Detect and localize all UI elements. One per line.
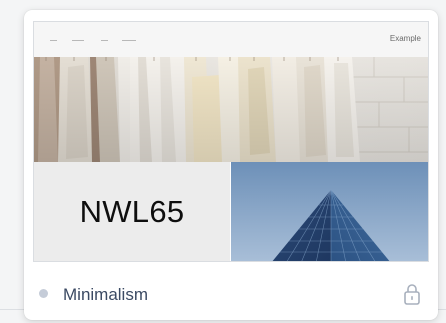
- preview-nav-bar: Example: [34, 22, 428, 57]
- card-footer: Minimalism: [24, 268, 438, 320]
- building-image: [231, 162, 428, 261]
- theme-card[interactable]: Example NWL65 Minimalism: [24, 10, 438, 320]
- nav-example-link: Example: [389, 34, 421, 43]
- brand-logo-text: NWL65: [79, 194, 185, 229]
- nav-placeholder: [50, 40, 57, 41]
- theme-preview[interactable]: Example NWL65: [33, 21, 429, 262]
- brand-panel: NWL65: [34, 162, 230, 261]
- theme-name: Minimalism: [63, 285, 148, 304]
- hero-image-clothing-rack: [34, 57, 428, 162]
- status-dot: [39, 289, 48, 298]
- lock-icon[interactable]: [404, 283, 420, 305]
- nav-placeholder: [72, 40, 84, 41]
- nav-placeholder: [122, 40, 136, 41]
- nav-placeholder: [101, 40, 108, 41]
